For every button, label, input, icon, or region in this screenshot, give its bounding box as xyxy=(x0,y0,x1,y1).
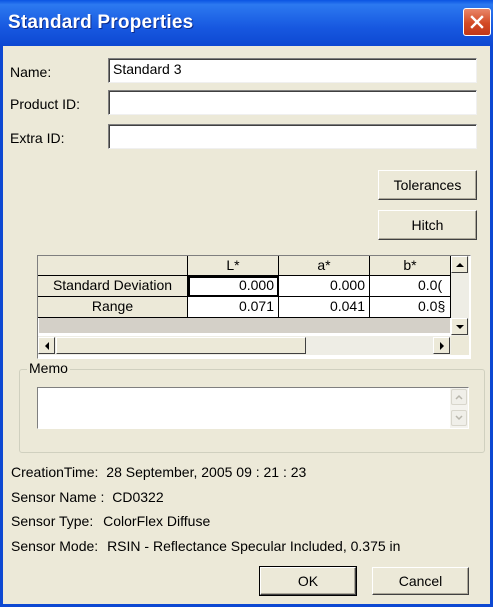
cell-range-l[interactable]: 0.071 xyxy=(188,297,279,318)
name-field[interactable]: Standard 3 xyxy=(108,58,477,83)
hitch-button[interactable]: Hitch xyxy=(378,210,477,240)
close-button[interactable] xyxy=(463,8,491,36)
grid-scroll-down-button[interactable] xyxy=(451,318,468,335)
grid-scroll-right-button[interactable] xyxy=(433,337,450,354)
row-header-range: Range xyxy=(38,297,188,318)
standard-properties-dialog: Standard Properties Name: Standard 3 Pro… xyxy=(0,0,493,607)
grid-empty-area xyxy=(39,318,450,333)
sensor-type-label: Sensor Type: xyxy=(11,513,94,529)
cell-std-dev-a[interactable]: 0.000 xyxy=(279,276,370,297)
column-header-l[interactable]: L* xyxy=(188,256,279,276)
sensor-mode-label: Sensor Mode: xyxy=(11,538,99,554)
grid-vertical-scrollbar[interactable] xyxy=(451,256,469,340)
grid-horizontal-scrollbar[interactable] xyxy=(38,336,451,355)
grid-corner-header xyxy=(38,256,188,276)
product-id-label: Product ID: xyxy=(10,96,81,112)
extra-id-label: Extra ID: xyxy=(10,130,65,146)
sensor-name-row: Sensor Name : CD0322 xyxy=(11,489,164,505)
creation-time-label: CreationTime: xyxy=(11,464,99,480)
grid-scroll-up-button[interactable] xyxy=(451,256,468,273)
memo-scroll-down-button[interactable] xyxy=(451,410,467,426)
name-label: Name: xyxy=(10,64,52,80)
row-header-standard-deviation: Standard Deviation xyxy=(38,276,188,297)
cell-range-b[interactable]: 0.0§ xyxy=(370,297,451,318)
window-title: Standard Properties xyxy=(8,12,194,33)
grid-scroll-corner xyxy=(451,336,469,355)
arrow-down-icon xyxy=(455,415,463,421)
ok-button[interactable]: OK xyxy=(259,566,357,596)
column-header-b[interactable]: b* xyxy=(370,256,451,276)
grid-horizontal-scroll-thumb[interactable] xyxy=(56,337,306,354)
arrow-up-icon xyxy=(456,263,464,267)
creation-time-row: CreationTime: 28 September, 2005 09 : 21… xyxy=(11,464,306,480)
grid-scroll-left-button[interactable] xyxy=(38,337,55,354)
arrow-right-icon xyxy=(440,342,444,350)
arrow-up-icon xyxy=(455,394,463,400)
cancel-button[interactable]: Cancel xyxy=(372,567,469,595)
sensor-type-value: ColorFlex Diffuse xyxy=(103,513,211,529)
arrow-down-icon xyxy=(456,325,464,329)
memo-textarea[interactable] xyxy=(37,387,469,429)
window-frame-left xyxy=(0,46,3,607)
creation-time-value: 28 September, 2005 09 : 21 : 23 xyxy=(106,464,307,480)
close-icon xyxy=(470,15,484,29)
sensor-type-row: Sensor Type: ColorFlex Diffuse xyxy=(11,513,210,529)
title-bar[interactable]: Standard Properties xyxy=(0,0,493,46)
memo-label: Memo xyxy=(27,360,70,376)
tolerances-button[interactable]: Tolerances xyxy=(378,170,477,200)
memo-scroll-up-button[interactable] xyxy=(451,389,467,405)
extra-id-field[interactable] xyxy=(108,124,477,149)
sensor-mode-row: Sensor Mode: RSIN - Reflectance Specular… xyxy=(11,538,400,554)
product-id-field[interactable] xyxy=(108,90,477,115)
statistics-grid[interactable]: L* a* b* Standard Deviation 0.000 0.000 … xyxy=(37,255,471,359)
cell-std-dev-l[interactable]: 0.000 xyxy=(188,276,279,297)
sensor-name-label: Sensor Name : xyxy=(11,489,105,505)
sensor-name-value: CD0322 xyxy=(112,489,164,505)
sensor-mode-value: RSIN - Reflectance Specular Included, 0.… xyxy=(107,538,401,554)
arrow-left-icon xyxy=(45,342,49,350)
cell-std-dev-b[interactable]: 0.0( xyxy=(370,276,451,297)
cell-range-a[interactable]: 0.041 xyxy=(279,297,370,318)
memo-scrollbar[interactable] xyxy=(450,388,468,428)
column-header-a[interactable]: a* xyxy=(279,256,370,276)
